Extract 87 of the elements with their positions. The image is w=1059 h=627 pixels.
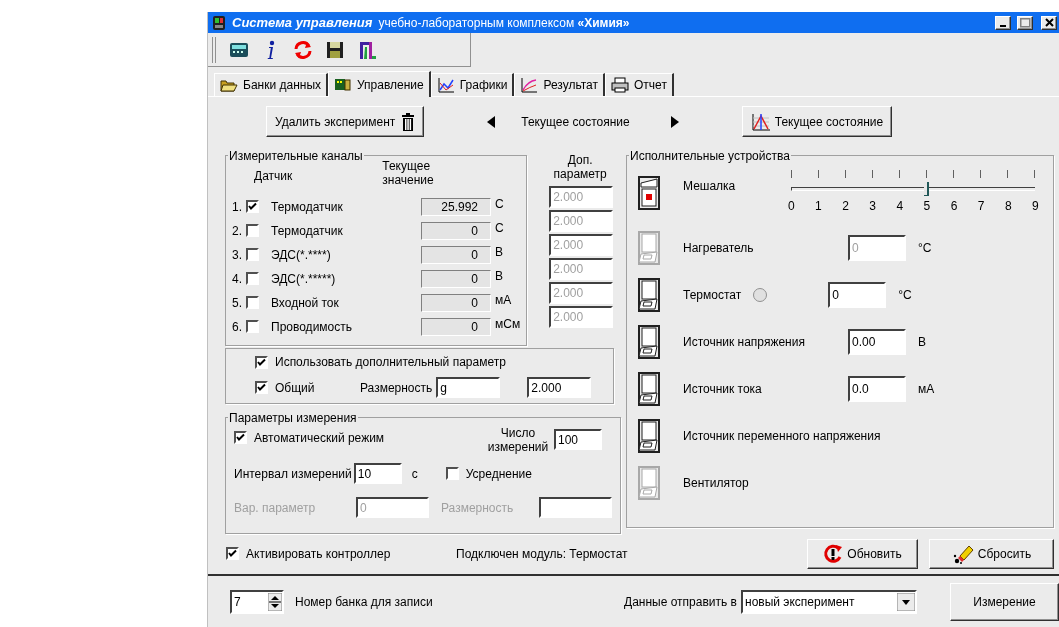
column-header: Текущее значение [382, 158, 435, 187]
column-header: Доп. параметр [552, 152, 608, 183]
tick-label: 4 [896, 198, 903, 216]
device-name: Источник переменного напряжения [683, 428, 881, 446]
tick-label: 0 [788, 198, 794, 216]
sensor-name: ЭДС(*.****) [271, 246, 332, 264]
window-title: Система управления [232, 13, 373, 32]
unit-label: B [918, 334, 926, 352]
device-name: Термостат [683, 287, 742, 305]
unit-label: B [495, 243, 503, 261]
sensor-name: Входной ток [271, 294, 340, 312]
nav-label: Текущее состояние [521, 113, 630, 131]
reset-button[interactable]: Сбросить [929, 538, 1054, 569]
delete-experiment-button[interactable]: Удалить эксперимент [266, 106, 425, 138]
tab[interactable]: Результат [514, 73, 606, 96]
unit-label: °C [918, 240, 932, 258]
tick-label: 8 [1004, 198, 1011, 216]
unit-label: мА [495, 291, 512, 309]
row-number: 6. [232, 318, 243, 336]
tick-label: 2 [842, 198, 849, 216]
tick-label: 3 [869, 198, 876, 216]
device-name: Источник напряжения [683, 334, 806, 352]
sensor-name: ЭДС(*.*****) [271, 270, 337, 288]
current-state-button[interactable]: Текущее состояние [741, 106, 893, 138]
sensor-name: Проводимость [271, 318, 353, 336]
checkbox-label: Усреднение [465, 465, 532, 483]
checkbox-label: Активировать контроллер [246, 545, 391, 563]
tick-label: 9 [1032, 198, 1038, 216]
group-title: Параметры измерения [228, 409, 358, 427]
unit-label: °C [898, 287, 912, 305]
field-label: Вар. параметр [234, 499, 317, 517]
row-number: 3. [232, 246, 243, 264]
field-label: Интервал измерений [234, 465, 352, 483]
unit-label: B [495, 267, 503, 285]
spin-box[interactable]: 7 [230, 589, 284, 614]
input-field[interactable]: 0.00 [848, 329, 906, 356]
device-name: Вентилятор [683, 475, 749, 493]
field-label: Номер банка для записи [295, 593, 433, 611]
value-display: 0 [421, 245, 491, 264]
status-text: Подключен модуль: Термостат [456, 545, 628, 563]
tick-label: 7 [977, 198, 984, 216]
measure-button[interactable]: Измерение [950, 582, 1059, 621]
field-label: Число измерений [486, 425, 550, 454]
row-number: 4. [232, 270, 243, 288]
tab[interactable]: Отчет [605, 73, 674, 96]
tick-label: 6 [950, 198, 957, 216]
input-field[interactable]: 2.000 [527, 377, 592, 399]
unit-label: мА [918, 381, 935, 399]
sensor-name: Термодатчик [271, 222, 344, 240]
input-field[interactable]: 10 [353, 463, 402, 485]
dropdown[interactable]: новый эксперимент [741, 589, 917, 614]
value-display: 0 [421, 269, 491, 288]
value-display: 0 [421, 221, 491, 240]
sensor-name: Термодатчик [271, 198, 344, 216]
field-label: Размерность [441, 499, 515, 517]
checkbox-label: Общий [275, 379, 315, 397]
field-label: Размерность [360, 379, 433, 397]
row-number: 2. [232, 222, 243, 240]
checkbox-label: Использовать дополнительный параметр [275, 354, 506, 372]
device-name: Мешалка [683, 177, 737, 195]
tab[interactable]: Управление [328, 71, 431, 97]
column-header: Датчик [254, 167, 293, 185]
tab[interactable]: Графики [430, 73, 515, 96]
value-display: 25.992 [421, 197, 491, 216]
input-field[interactable]: 0 [828, 282, 887, 309]
row-number: 1. [232, 198, 243, 216]
unit-label: мСм [495, 315, 521, 333]
tick-label: 1 [815, 198, 822, 216]
window-subtitle: учебно-лабораторным комплексом «Химия» [378, 14, 630, 32]
input-field[interactable]: 100 [554, 429, 602, 451]
field-label: Данные отправить в [624, 593, 737, 611]
tick-label: 5 [923, 198, 930, 216]
checkbox-label: Автоматический режим [254, 429, 385, 447]
row-number: 5. [232, 294, 243, 312]
group-title: Измерительные каналы [228, 147, 364, 165]
tab[interactable]: Банки данных [214, 73, 329, 96]
unit-label: с [411, 465, 419, 483]
value-display: 0 [421, 317, 491, 336]
unit-label: C [495, 219, 504, 237]
refresh-button[interactable]: Обновить [807, 538, 918, 569]
value-display: 0 [421, 293, 491, 312]
input-field[interactable]: 0.0 [848, 376, 906, 403]
input-field[interactable]: g [436, 377, 501, 399]
device-name: Источник тока [683, 381, 763, 399]
unit-label: C [495, 195, 504, 213]
group-title: Исполнительные устройства [629, 147, 791, 165]
device-name: Нагреватель [683, 240, 755, 258]
